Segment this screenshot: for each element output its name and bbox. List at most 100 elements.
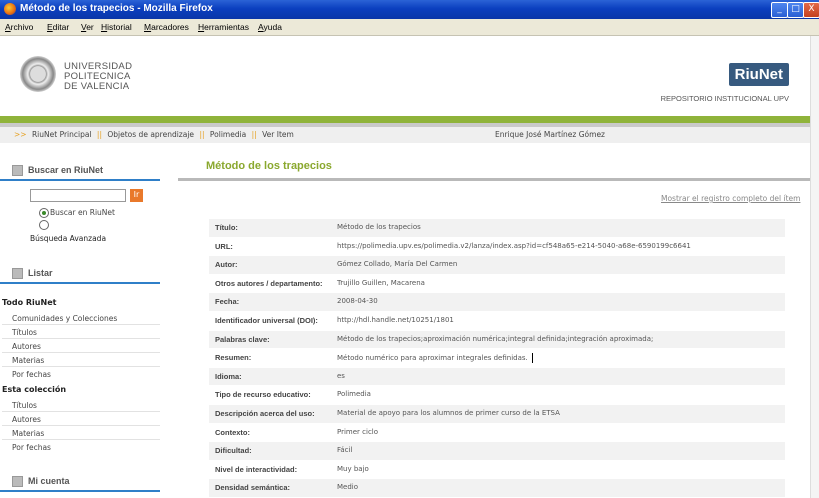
sidebar: Buscar en RiuNet Ir Buscar en RiuNet Bús… (0, 150, 165, 498)
browse-all-dates[interactable]: Por fechas (12, 370, 51, 379)
logged-user-name[interactable]: Enrique José Martínez Gómez (495, 130, 605, 139)
vertical-scrollbar[interactable] (810, 36, 819, 498)
metadata-value: Trujillo Guillen, Macarena (337, 278, 425, 287)
browse-collection-authors[interactable]: Autores (12, 415, 41, 424)
browse-all-subjects[interactable]: Materias (12, 356, 44, 365)
metadata-url-link[interactable]: https://polimedia.upv.es/polimedia.v2/la… (337, 242, 691, 250)
search-go-button[interactable]: Ir (130, 189, 143, 202)
breadcrumb-polimedia[interactable]: Polimedia (210, 130, 246, 139)
list-separator (2, 324, 160, 325)
radio-search-collection[interactable] (39, 220, 49, 230)
list-separator (2, 439, 160, 440)
menu-bar: Archivo Editar Ver Historial Marcadores … (0, 19, 819, 36)
table-row: Resumen: Método numérico para aproximar i… (209, 349, 785, 368)
menu-historial[interactable]: Historial (101, 22, 132, 32)
show-full-record-link[interactable]: Mostrar el registro completo del ítem (661, 194, 800, 203)
list-separator (2, 411, 160, 412)
metadata-key: Título: (215, 223, 238, 232)
menu-editar[interactable]: Editar (47, 22, 69, 32)
table-row: Fecha: 2008-04-30 (209, 293, 785, 312)
metadata-key: Dificultad: (215, 446, 252, 456)
table-row: Contexto: Primer ciclo (209, 423, 785, 443)
metadata-handle-link[interactable]: http://hdl.handle.net/10251/1801 (337, 316, 454, 324)
browse-collection-subjects[interactable]: Materias (12, 429, 44, 438)
table-row: Dificultad: Fácil (209, 442, 785, 461)
sidebar-divider (0, 490, 160, 492)
metadata-key: Idioma: (215, 371, 242, 381)
menu-ver[interactable]: Ver (81, 22, 94, 32)
metadata-value: 2008-04-30 (337, 297, 378, 306)
header-green-band (0, 116, 810, 123)
sidebar-search-header: Buscar en RiuNet (0, 162, 160, 178)
breadcrumb-objetos-aprendizaje[interactable]: Objetos de aprendizaje (107, 130, 194, 139)
menu-herramientas[interactable]: Herramientas (198, 22, 249, 32)
metadata-key: Palabras clave: (215, 334, 270, 344)
radio-search-riunet-label: Buscar en RiuNet (50, 208, 115, 217)
repository-subtitle: REPOSITORIO INSTITUCIONAL UPV (660, 94, 789, 103)
breadcrumb-separator: || (199, 130, 205, 139)
list-icon (12, 268, 23, 279)
metadata-key: Autor: (215, 260, 238, 270)
table-row: Tipo de recurso educativo: Polimedia (209, 386, 785, 405)
upv-wordmark[interactable]: UNIVERSIDAD POLITECNICA DE VALENCIA (64, 62, 132, 92)
menu-ayuda[interactable]: Ayuda (258, 22, 282, 32)
table-row: URL: https://polimedia.upv.es/polimedia.v… (209, 237, 785, 257)
search-input[interactable] (30, 189, 126, 202)
sidebar-browse-header: Listar (0, 265, 160, 281)
sidebar-divider (0, 282, 160, 284)
title-divider (178, 178, 810, 181)
metadata-value: Muy bajo (337, 464, 369, 473)
metadata-value: Gómez Collado, María Del Carmen (337, 260, 458, 269)
metadata-value: Medio (337, 483, 359, 492)
sidebar-divider (0, 179, 160, 181)
list-separator (2, 338, 160, 339)
breadcrumb: >> RiuNet Principal || Objetos de aprend… (0, 127, 810, 143)
metadata-key: Identificador universal (DOI): (215, 315, 318, 325)
metadata-key: Descripción acerca del uso: (215, 408, 315, 418)
advanced-search-link[interactable]: Búsqueda Avanzada (30, 234, 106, 243)
text-cursor (531, 353, 533, 364)
table-row: Autor: Gómez Collado, María Del Carmen (209, 256, 785, 275)
metadata-value: Método numérico para aproximar integrale… (337, 353, 533, 364)
main-content: Método de los trapecios Mostrar el regis… (178, 150, 810, 498)
table-row: Palabras clave: Método de los trapecios;a… (209, 330, 785, 350)
sidebar-account-header: Mi cuenta (0, 473, 160, 489)
browse-collection-titles[interactable]: Títulos (12, 401, 37, 410)
metadata-value: Fácil (337, 446, 353, 455)
metadata-table: Título: Método de los trapecios URL: https… (209, 219, 785, 498)
list-separator (2, 352, 160, 353)
breadcrumb-riunet-principal[interactable]: RiuNet Principal (32, 130, 92, 139)
breadcrumb-ver-item: Ver Item (262, 130, 294, 139)
table-row: Idioma: es (209, 367, 785, 387)
minimize-button[interactable]: _ (771, 2, 788, 18)
menu-marcadores[interactable]: Marcadores (144, 22, 189, 32)
table-row: Descripción acerca del uso: Material de a… (209, 404, 785, 424)
site-header: UNIVERSIDAD POLITECNICA DE VALENCIA RiuN… (0, 36, 810, 116)
table-row: Identificador universal (DOI): http://hdl… (209, 311, 785, 331)
browse-all-heading: Todo RiuNet (2, 298, 57, 307)
browse-all-authors[interactable]: Autores (12, 342, 41, 351)
metadata-value: Primer ciclo (337, 427, 379, 436)
browse-collection-heading: Esta colección (2, 385, 67, 394)
radio-search-riunet[interactable] (39, 208, 49, 218)
metadata-key: Contexto: (215, 427, 250, 437)
metadata-value: Método de los trapecios;aproximación num… (337, 334, 654, 343)
metadata-key: URL: (215, 241, 233, 251)
metadata-key: Tipo de recurso educativo: (215, 390, 311, 400)
riunet-logo[interactable]: RiuNet (728, 63, 789, 86)
browse-all-titles[interactable]: Títulos (12, 328, 37, 337)
list-separator (2, 425, 160, 426)
upv-seal-logo[interactable] (20, 56, 56, 92)
window-title: Método de los trapecios - Mozilla Firefo… (20, 3, 213, 14)
close-button[interactable]: X (803, 2, 819, 18)
firefox-icon (4, 3, 16, 15)
maximize-button[interactable]: □ (787, 2, 804, 18)
metadata-value: Método de los trapecios (337, 223, 421, 231)
menu-archivo[interactable]: Archivo (5, 22, 33, 32)
metadata-value: es (337, 371, 345, 380)
breadcrumb-separator: || (251, 130, 257, 139)
window-titlebar: Método de los trapecios - Mozilla Firefo… (0, 0, 819, 19)
browse-collection-dates[interactable]: Por fechas (12, 443, 51, 452)
browse-all-communities[interactable]: Comunidades y Colecciones (12, 314, 117, 323)
metadata-key: Fecha: (215, 297, 240, 307)
